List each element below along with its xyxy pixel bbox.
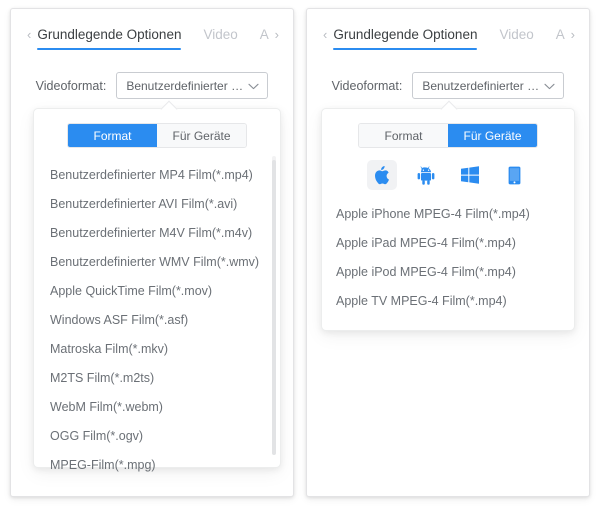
list-item[interactable]: M2TS Film(*.m2ts)	[50, 364, 280, 393]
options-panel-devices: ‹ Grundlegende Optionen Video Auc › Vide…	[306, 8, 590, 497]
device-button-android[interactable]	[411, 160, 441, 190]
format-dropdown-wrap: Format Für Geräte Benutzerdefinierter MP…	[33, 100, 281, 472]
toggle-label: Format	[384, 128, 423, 143]
device-icon-row	[322, 160, 574, 190]
chevron-left-icon[interactable]: ‹	[317, 26, 333, 44]
tab-grundlegende-optionen[interactable]: Grundlegende Optionen	[333, 26, 478, 50]
chevron-left-icon[interactable]: ‹	[21, 26, 37, 44]
toggle-devices-tab[interactable]: Für Geräte	[157, 124, 246, 147]
list-item[interactable]: Apple TV MPEG-4 Film(*.mp4)	[336, 287, 574, 316]
list-item[interactable]: Benutzerdefinierter M4V Film(*.m4v)	[50, 219, 280, 248]
toggle-format-tab[interactable]: Format	[359, 124, 448, 147]
list-item[interactable]: Matroska Film(*.mkv)	[50, 335, 280, 364]
list-item[interactable]: Benutzerdefinierter AVI Film(*.avi)	[50, 190, 280, 219]
device-format-list[interactable]: Apple iPhone MPEG-4 Film(*.mp4) Apple iP…	[322, 200, 574, 316]
list-item[interactable]: Apple iPad MPEG-4 Film(*.mp4)	[336, 229, 574, 258]
chevron-down-icon	[248, 79, 259, 93]
device-button-apple[interactable]	[367, 160, 397, 190]
device-button-windows[interactable]	[455, 160, 485, 190]
tab-label: Video	[203, 27, 238, 42]
videoformat-select[interactable]: Benutzerdefinierter M...	[116, 72, 269, 99]
list-item[interactable]: OGG Film(*.ogv)	[50, 422, 280, 451]
tab-audio-truncated[interactable]: Auc	[260, 26, 269, 50]
list-item[interactable]: Apple iPhone MPEG-4 Film(*.mp4)	[336, 200, 574, 229]
list-item[interactable]: Windows ASF Film(*.asf)	[50, 306, 280, 335]
tab-audio-truncated[interactable]: Auc	[556, 26, 565, 50]
videoformat-label: Videoformat:	[331, 78, 403, 93]
videoformat-label: Videoformat:	[35, 78, 107, 93]
chevron-right-icon[interactable]: ›	[565, 26, 581, 44]
format-device-toggle: Format Für Geräte	[67, 123, 247, 148]
list-item[interactable]: Benutzerdefinierter WMV Film(*.wmv)	[50, 248, 280, 277]
options-panel-format: ‹ Grundlegende Optionen Video Auc › Vide…	[10, 8, 294, 497]
chevron-down-icon	[544, 79, 555, 93]
toggle-label: Für Geräte	[172, 128, 231, 143]
device-button-mobile-phone[interactable]	[499, 160, 529, 190]
screenshot-root: ‹ Grundlegende Optionen Video Auc › Vide…	[0, 0, 600, 509]
videoformat-select[interactable]: Benutzerdefinierter M...	[412, 72, 565, 99]
tab-grundlegende-optionen[interactable]: Grundlegende Optionen	[37, 26, 182, 50]
tab-label: Grundlegende Optionen	[37, 27, 182, 42]
tab-video[interactable]: Video	[203, 26, 237, 50]
list-item[interactable]: Benutzerdefinierter MP4 Film(*.mp4)	[50, 161, 280, 190]
videoformat-row: Videoformat: Benutzerdefinierter M...	[307, 72, 589, 99]
videoformat-row: Videoformat: Benutzerdefinierter M...	[11, 72, 293, 99]
apple-icon	[374, 165, 391, 185]
toggle-label: Für Geräte	[463, 128, 522, 143]
tab-bar: ‹ Grundlegende Optionen Video Auc ›	[11, 9, 293, 50]
device-dropdown-wrap: Format Für Geräte Apple iPhone MPEG-4 Fi…	[321, 100, 575, 331]
tab-bar: ‹ Grundlegende Optionen Video Auc ›	[307, 9, 589, 50]
tab-list: Grundlegende Optionen Video Auc	[37, 26, 269, 50]
tab-label: Video	[499, 27, 534, 42]
toggle-label: Format	[93, 128, 132, 143]
tab-video[interactable]: Video	[499, 26, 533, 50]
android-icon	[417, 165, 435, 185]
format-dropdown: Format Für Geräte Benutzerdefinierter MP…	[33, 108, 281, 472]
format-list-scrollbar[interactable]	[272, 156, 276, 455]
device-dropdown: Format Für Geräte Apple iPhone MPEG-4 Fi…	[321, 108, 575, 331]
tab-label: Auc	[259, 27, 269, 42]
list-item[interactable]: MPEG-Film(*.mpg)	[50, 451, 280, 480]
mobile-phone-icon	[508, 166, 521, 185]
toggle-devices-tab[interactable]: Für Geräte	[448, 124, 537, 147]
chevron-right-icon[interactable]: ›	[269, 26, 285, 44]
videoformat-select-value: Benutzerdefinierter M...	[126, 78, 244, 93]
tab-label: Grundlegende Optionen	[333, 27, 478, 42]
tab-list: Grundlegende Optionen Video Auc	[333, 26, 565, 50]
list-item[interactable]: WebM Film(*.webm)	[50, 393, 280, 422]
tab-label: Auc	[555, 27, 565, 42]
videoformat-select-value: Benutzerdefinierter M...	[422, 78, 540, 93]
scrollbar-thumb[interactable]	[272, 160, 276, 455]
format-list[interactable]: Benutzerdefinierter MP4 Film(*.mp4) Benu…	[34, 161, 280, 480]
toggle-format-tab[interactable]: Format	[68, 124, 157, 147]
list-item[interactable]: Apple QuickTime Film(*.mov)	[50, 277, 280, 306]
list-item[interactable]: Apple iPod MPEG-4 Film(*.mp4)	[336, 258, 574, 287]
windows-icon	[461, 166, 479, 184]
format-device-toggle: Format Für Geräte	[358, 123, 538, 148]
